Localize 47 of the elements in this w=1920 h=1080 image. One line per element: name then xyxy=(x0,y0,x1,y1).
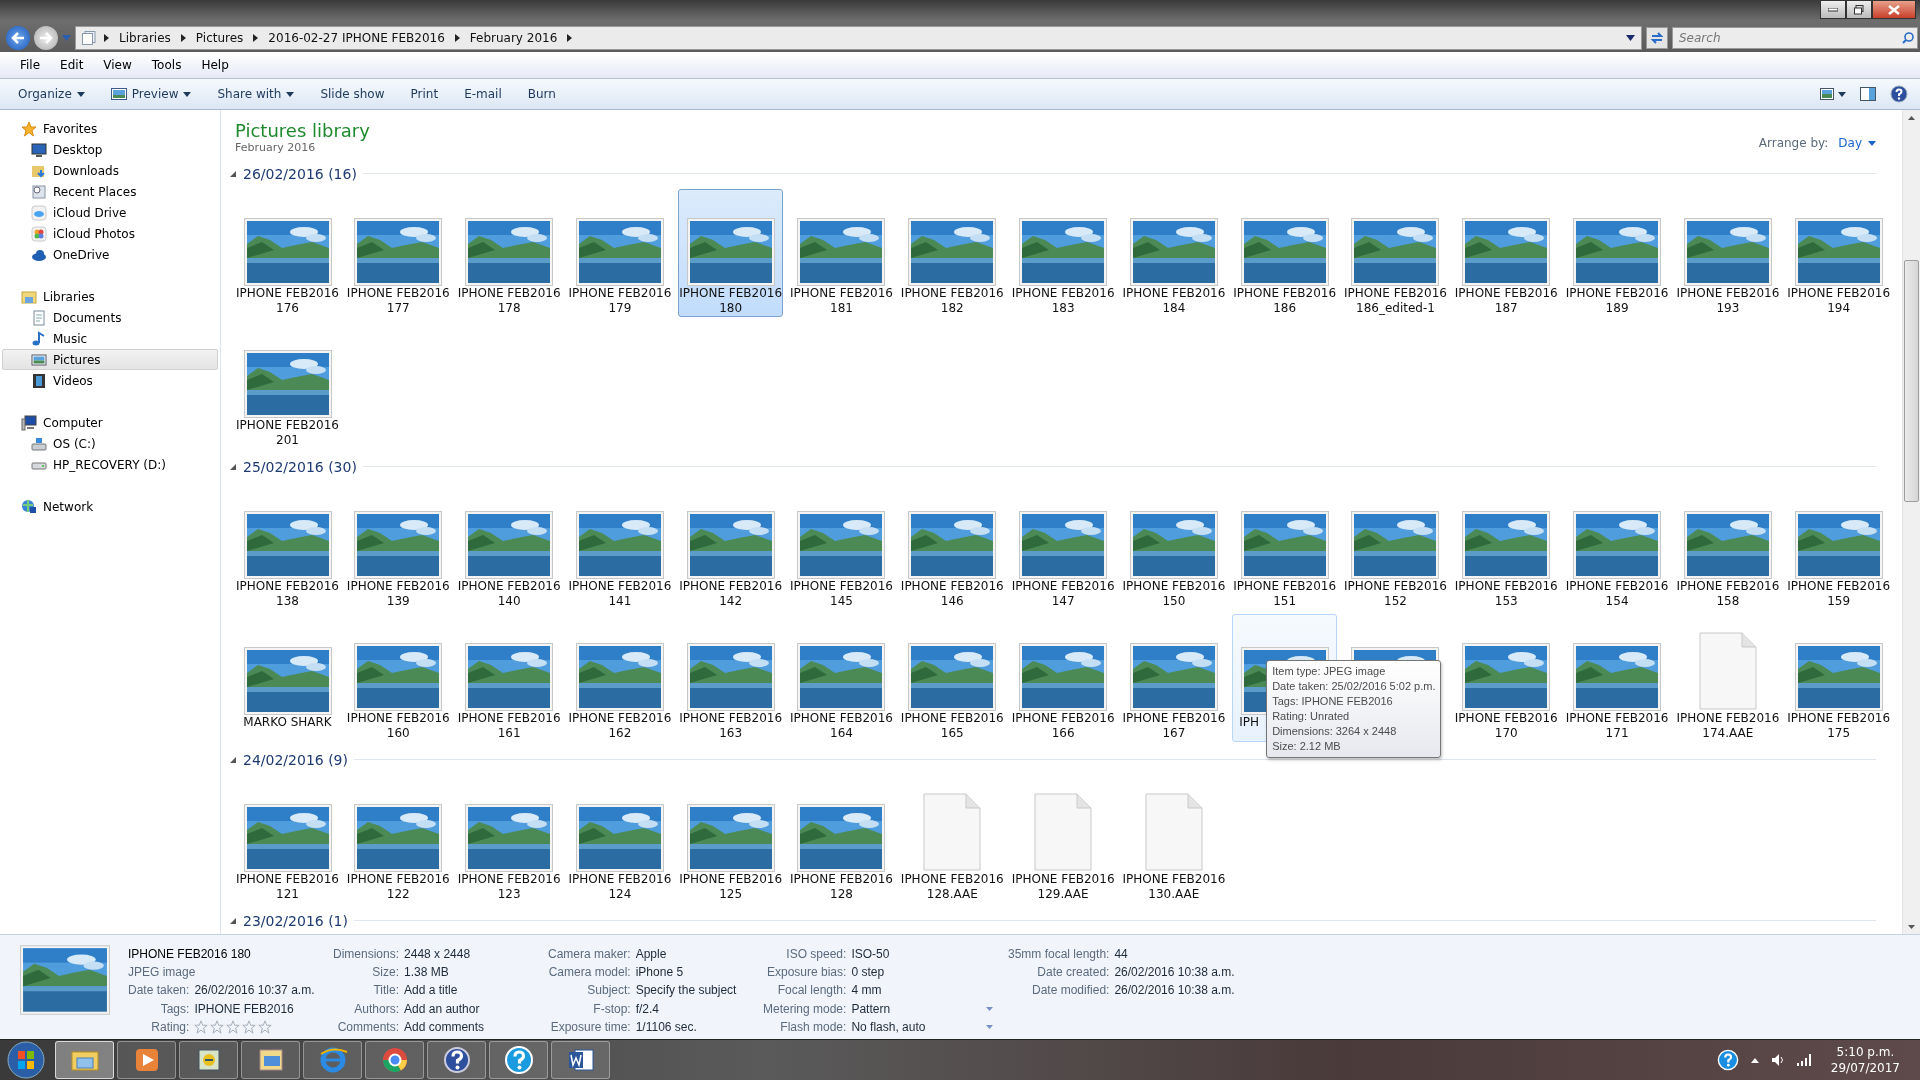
property-label: Title: xyxy=(373,982,400,1000)
property-value: 1/1106 sec. xyxy=(635,1018,697,1036)
property-label: Date modified: xyxy=(1032,982,1110,1000)
property-label: Date taken: xyxy=(128,982,190,1000)
property-label: F-stop: xyxy=(593,1000,631,1018)
property-value: 26/02/2016 10:37 a.m. xyxy=(194,982,315,1000)
property-value: 4 mm xyxy=(851,982,882,1000)
property-label: Authors: xyxy=(354,1000,400,1018)
property-value: Pattern xyxy=(851,1000,891,1018)
property-label: Camera model: xyxy=(548,964,631,982)
property-label: Flash mode: xyxy=(780,1018,847,1036)
property-value: 26/02/2016 10:38 a.m. xyxy=(1114,982,1235,1000)
property-label: Dimensions: xyxy=(333,946,400,963)
property-value: iPhone 5 xyxy=(635,964,684,982)
library-title: Pictures library xyxy=(235,120,370,141)
property-value: 1.38 MB xyxy=(404,964,449,982)
property-label: Exposure bias: xyxy=(767,964,847,982)
property-label: Tags: xyxy=(160,1000,190,1018)
property-label: Date created: xyxy=(1037,964,1110,982)
property-value: IPHONE FEB2016 xyxy=(194,1000,294,1018)
property-label: 35mm focal length: xyxy=(1008,946,1110,963)
library-subtitle: February 2016 xyxy=(235,141,317,154)
property-value: Add a title xyxy=(404,982,458,1000)
property-value: 26/02/2016 10:38 a.m. xyxy=(1114,964,1235,982)
property-value: 0 step xyxy=(851,964,885,982)
property-label: Exposure time: xyxy=(550,1018,631,1036)
arrange-label: Arrange by: xyxy=(1758,136,1829,150)
file-name: IPHONE FEB2016 180 xyxy=(128,946,252,963)
property-value: Specify the subject xyxy=(635,982,737,1000)
property-value: 44 xyxy=(1114,946,1128,963)
property-value: ISO-50 xyxy=(851,946,890,963)
property-value: 2448 x 2448 xyxy=(404,946,471,963)
tooltip: Item type: JPEG image Date taken: 25/02/2016 5:02 p.m. Tags: IPHONE FEB2016 Rating: Unrated Dimensions: 3264 x 2448 Size: 2.12 MB xyxy=(1266,660,1442,758)
property-value: Apple xyxy=(635,946,667,963)
property-label: Subject: xyxy=(587,982,631,1000)
file-type: JPEG image xyxy=(128,964,197,982)
property-value: Add an author xyxy=(404,1000,480,1018)
property-label: Size: xyxy=(372,964,400,982)
property-label: Camera maker: xyxy=(548,946,631,963)
property-label: ISO speed: xyxy=(786,946,847,963)
property-value: Add comments xyxy=(404,1018,485,1036)
property-label: Metering mode: xyxy=(763,1000,847,1018)
property-label: Focal length: xyxy=(777,982,847,1000)
property-label: Rating: xyxy=(151,1018,190,1036)
property-value: f/2.4 xyxy=(635,1000,660,1018)
property-label: Comments: xyxy=(337,1018,400,1036)
property-value: No flash, auto xyxy=(851,1018,926,1036)
